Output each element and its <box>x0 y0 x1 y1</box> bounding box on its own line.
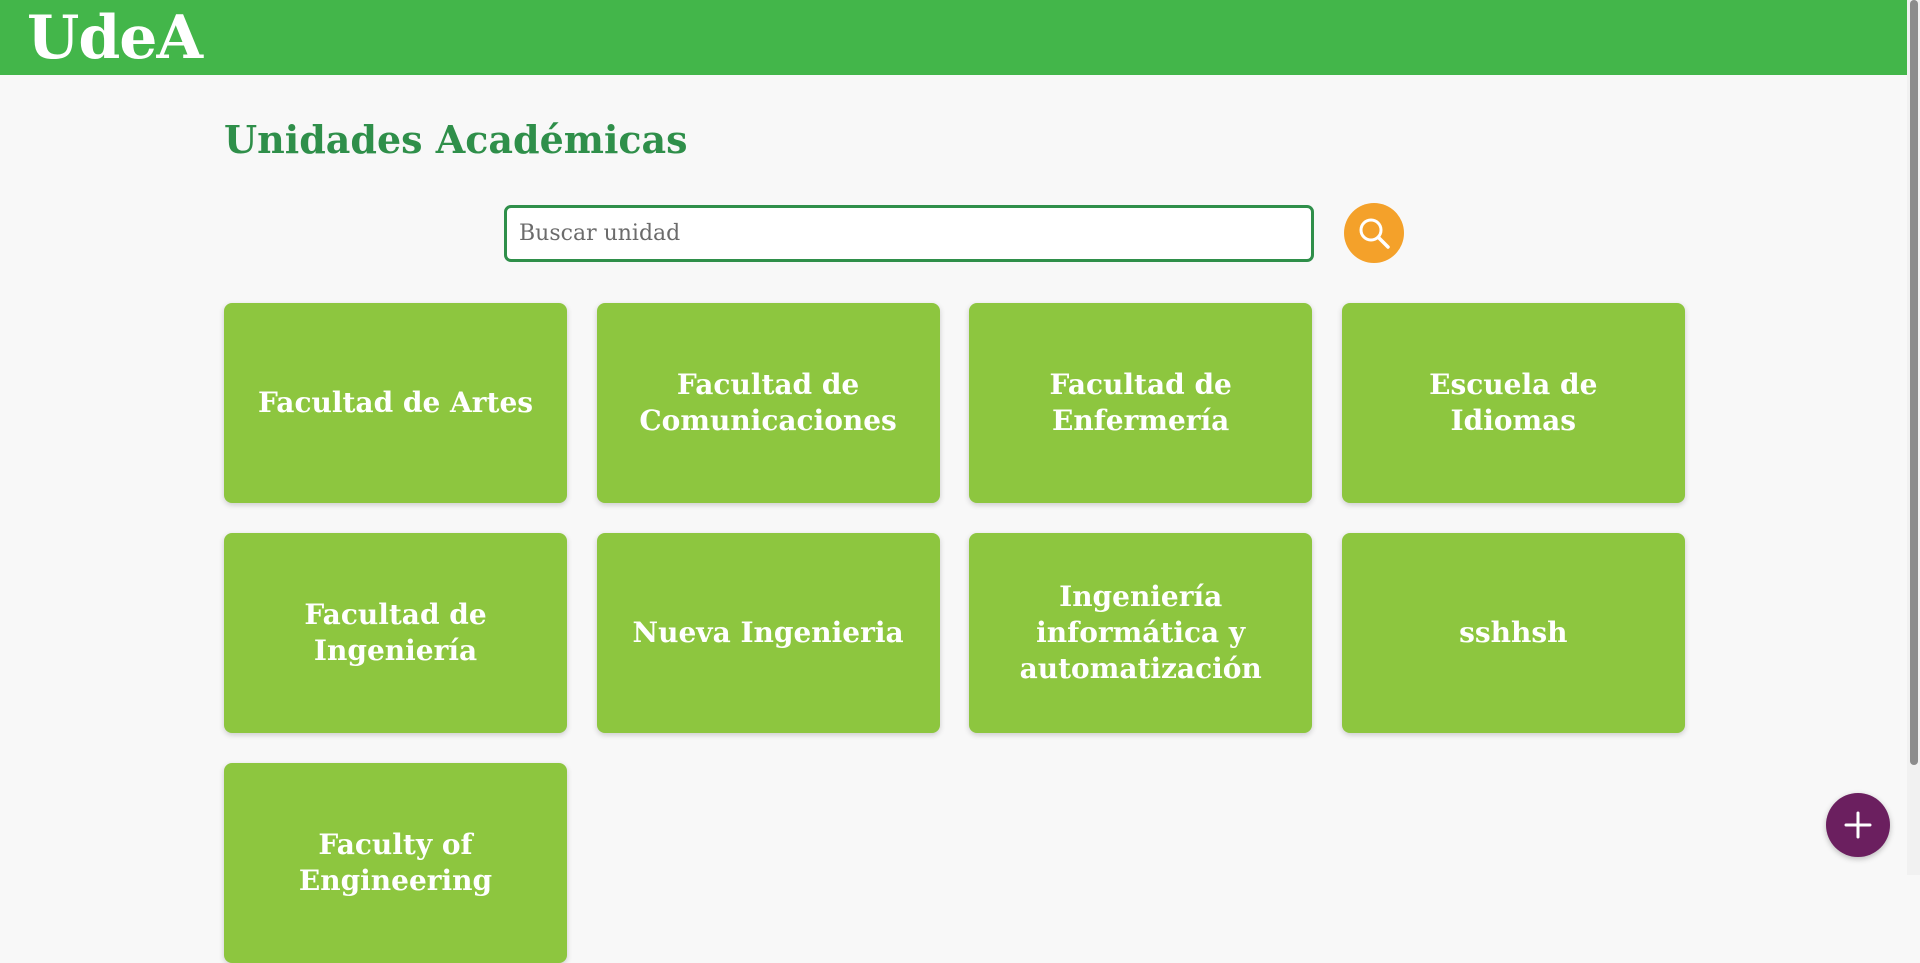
unit-card[interactable]: Nueva Ingenieria <box>596 533 940 733</box>
search-input[interactable] <box>504 205 1314 262</box>
unit-card-label: Ingeniería informática y automatización <box>1019 580 1262 685</box>
unit-card-label: Facultad de Artes <box>257 386 534 419</box>
unit-card[interactable]: Facultad de Enfermería <box>969 303 1313 503</box>
unit-card-label: Faculty of Engineering <box>298 828 493 897</box>
udea-logo[interactable]: UdeA <box>27 2 203 74</box>
unit-card[interactable]: Facultad de Ingeniería <box>224 533 567 733</box>
search-button[interactable] <box>1344 203 1404 263</box>
plus-icon <box>1844 811 1872 839</box>
add-unit-button[interactable] <box>1826 793 1890 857</box>
search-icon <box>1359 218 1390 249</box>
unit-card-label: Escuela de Idiomas <box>1429 368 1598 437</box>
unit-card[interactable]: Facultad de Artes <box>224 303 567 503</box>
unit-card-label: Facultad de Enfermería <box>1049 368 1232 437</box>
unit-card-label: Facultad de Ingeniería <box>304 598 487 667</box>
unit-card-label: Facultad de Comunicaciones <box>639 368 897 437</box>
units-grid: Facultad de Artes Facultad de Comunicaci… <box>224 303 1685 963</box>
unit-card[interactable]: Ingeniería informática y automatización <box>969 533 1313 733</box>
top-bar: UdeA <box>0 0 1907 75</box>
scrollbar-thumb[interactable] <box>1910 0 1918 765</box>
page-title: Unidades Académicas <box>224 117 688 162</box>
unit-card[interactable]: Escuela de Idiomas <box>1341 303 1685 503</box>
unit-card[interactable]: Facultad de Comunicaciones <box>596 303 940 503</box>
unit-card[interactable]: sshhsh <box>1341 533 1685 733</box>
unit-card[interactable]: Faculty of Engineering <box>224 763 567 963</box>
scrollbar[interactable] <box>1907 0 1920 875</box>
unit-card-label: Nueva Ingenieria <box>632 616 904 649</box>
unit-card-label: sshhsh <box>1459 616 1568 649</box>
